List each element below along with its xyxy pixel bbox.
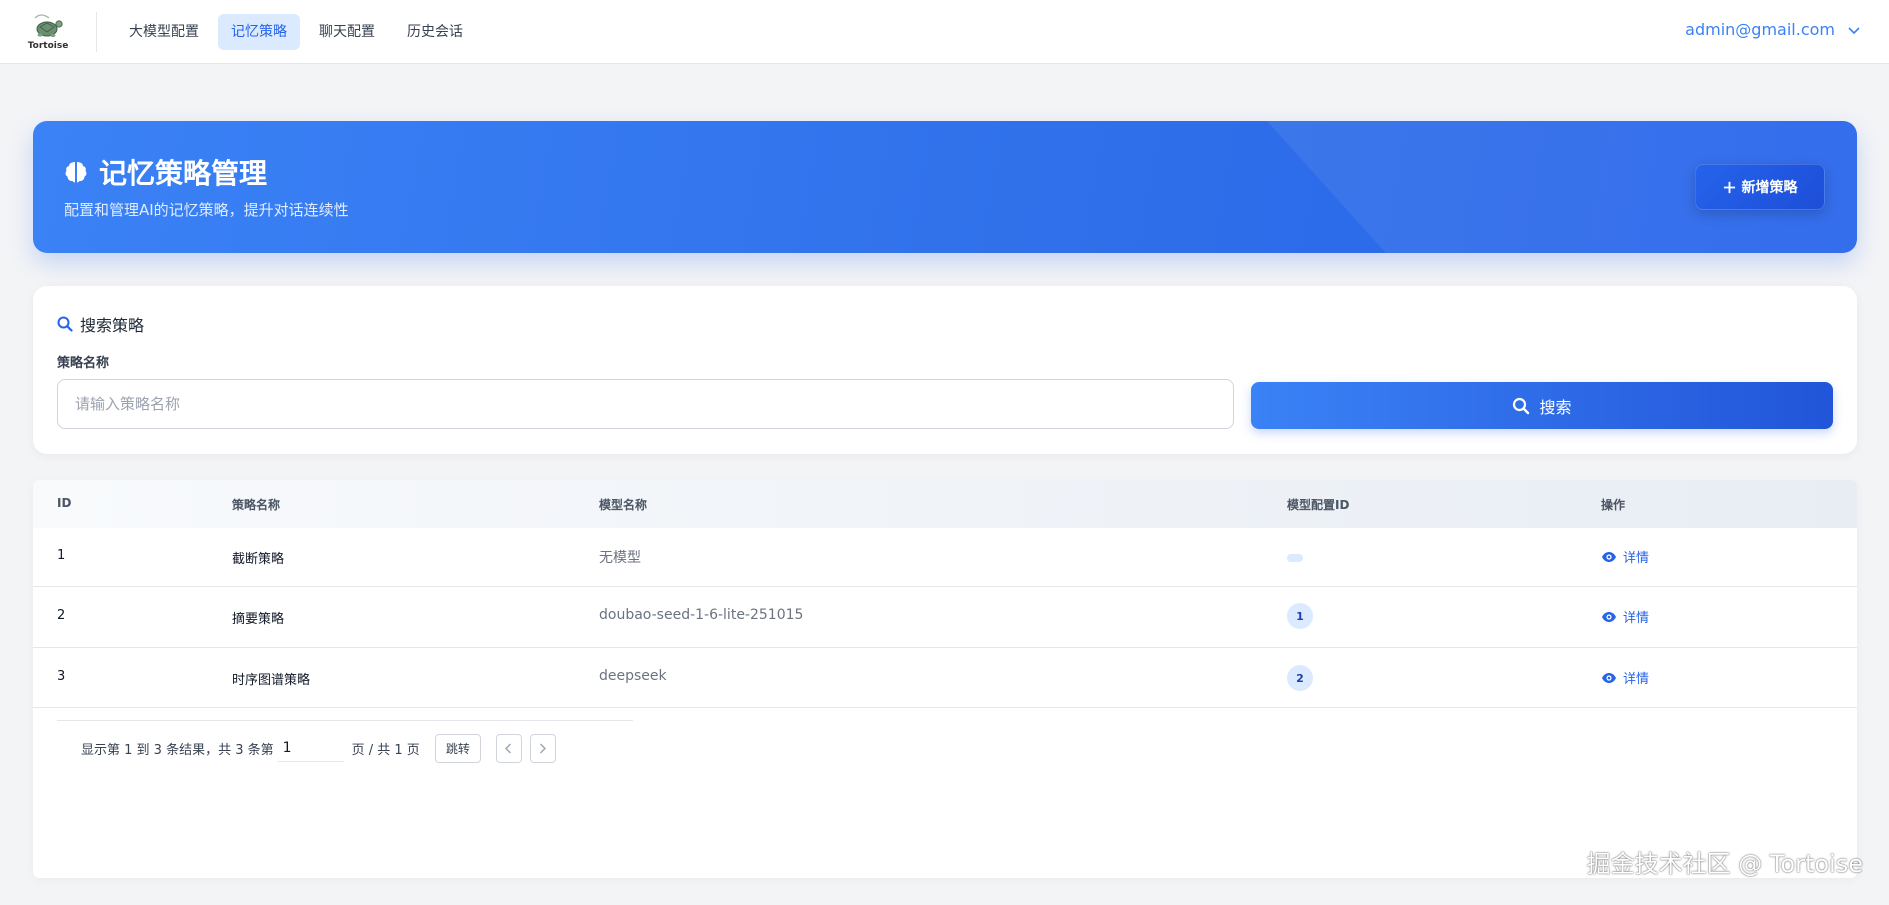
user-email: admin@gmail.com — [1685, 20, 1835, 39]
column-header-config-id: 模型配置ID — [1287, 498, 1350, 512]
column-header-id: ID — [57, 496, 72, 510]
strategy-name-label: 策略名称 — [57, 356, 110, 371]
hero-banner: 记忆策略管理 配置和管理AI的记忆策略，提升对话连续性 新增策略 — [33, 121, 1857, 253]
table-row: 2 摘要策略 doubao-seed-1-6-lite-251015 1 详情 — [33, 587, 1857, 648]
column-header-actions: 操作 — [1601, 498, 1626, 512]
main-nav: 大模型配置 记忆策略 聊天配置 历史会话 — [116, 14, 476, 50]
column-header-model: 模型名称 — [599, 498, 648, 512]
cell-model-name: 无模型 — [599, 550, 641, 566]
column-header-name: 策略名称 — [232, 498, 281, 512]
prev-page-button[interactable] — [495, 734, 522, 763]
eye-icon — [1602, 551, 1616, 562]
page-number-input[interactable] — [277, 735, 344, 762]
config-id-badge: 1 — [1287, 603, 1313, 629]
detail-link-label: 详情 — [1623, 551, 1650, 566]
chevron-down-icon — [1848, 26, 1860, 34]
cell-id: 3 — [57, 669, 66, 684]
detail-link[interactable]: 详情 — [1601, 547, 1649, 566]
top-navbar: Tortoise 大模型配置 记忆策略 聊天配置 历史会话 admin@gmai… — [0, 0, 1889, 64]
pagination-summary: 显示第 1 到 3 条结果，共 3 条 — [81, 743, 261, 758]
cell-model-name: doubao-seed-1-6-lite-251015 — [599, 607, 804, 623]
table-header: ID 策略名称 模型名称 模型配置ID 操作 — [33, 480, 1857, 528]
turtle-icon — [34, 14, 63, 38]
nav-divider — [96, 12, 97, 52]
add-strategy-button[interactable]: 新增策略 — [1695, 164, 1825, 210]
logo-text: Tortoise — [27, 41, 69, 51]
plus-icon — [1723, 181, 1735, 193]
nav-item-llm-config[interactable]: 大模型配置 — [116, 14, 212, 50]
detail-link[interactable]: 详情 — [1601, 668, 1649, 687]
watermark: 掘金技术社区 @ Tortoise — [1586, 850, 1863, 878]
search-button[interactable]: 搜索 — [1251, 382, 1833, 429]
cell-strategy-name: 时序图谱策略 — [232, 673, 311, 688]
cell-id: 2 — [57, 608, 66, 623]
add-strategy-label: 新增策略 — [1741, 180, 1798, 196]
chevron-left-icon — [505, 743, 512, 754]
search-heading-text: 搜索策略 — [80, 316, 145, 335]
logo[interactable]: Tortoise — [28, 12, 68, 52]
eye-icon — [1602, 611, 1616, 622]
config-id-badge: 2 — [1287, 665, 1313, 691]
table-row: 3 时序图谱策略 deepseek 2 详情 — [33, 648, 1857, 708]
page-subtitle: 配置和管理AI的记忆策略，提升对话连续性 — [64, 201, 349, 219]
cell-strategy-name: 截断策略 — [232, 552, 285, 567]
strategy-name-input[interactable] — [57, 379, 1234, 429]
pagination-total: 页 / 共 1 页 — [351, 743, 420, 758]
detail-link[interactable]: 详情 — [1601, 607, 1649, 626]
search-icon — [57, 316, 73, 332]
eye-icon — [1602, 672, 1616, 683]
brain-icon — [65, 162, 87, 183]
chevron-right-icon — [540, 743, 547, 754]
jump-button[interactable]: 跳转 — [434, 734, 481, 763]
detail-link-label: 详情 — [1623, 611, 1650, 626]
search-icon — [1513, 397, 1530, 414]
page-title: 记忆策略管理 — [63, 152, 267, 192]
pagination: 显示第 1 到 3 条结果，共 3 条 第 页 / 共 1 页 跳转 — [81, 734, 556, 763]
user-menu[interactable]: admin@gmail.com — [1685, 20, 1861, 39]
strategy-table: ID 策略名称 模型名称 模型配置ID 操作 1 截断策略 无模型 详情 2 摘… — [33, 480, 1857, 878]
nav-item-chat-config[interactable]: 聊天配置 — [306, 14, 388, 50]
cell-strategy-name: 摘要策略 — [232, 612, 285, 627]
search-heading: 搜索策略 — [57, 312, 144, 336]
cell-model-name: deepseek — [599, 668, 667, 684]
nav-item-memory-strategy[interactable]: 记忆策略 — [218, 14, 300, 50]
detail-link-label: 详情 — [1623, 672, 1650, 687]
page-title-text: 记忆策略管理 — [99, 157, 268, 190]
next-page-button[interactable] — [529, 734, 556, 763]
nav-item-history[interactable]: 历史会话 — [394, 14, 476, 50]
pagination-divider — [57, 720, 633, 721]
pagination-goto-prefix: 第 — [260, 743, 274, 758]
cell-id: 1 — [57, 548, 66, 563]
search-card: 搜索策略 策略名称 搜索 — [33, 286, 1857, 454]
config-id-badge — [1287, 554, 1303, 562]
table-row: 1 截断策略 无模型 详情 — [33, 528, 1857, 587]
search-button-label: 搜索 — [1539, 397, 1572, 417]
